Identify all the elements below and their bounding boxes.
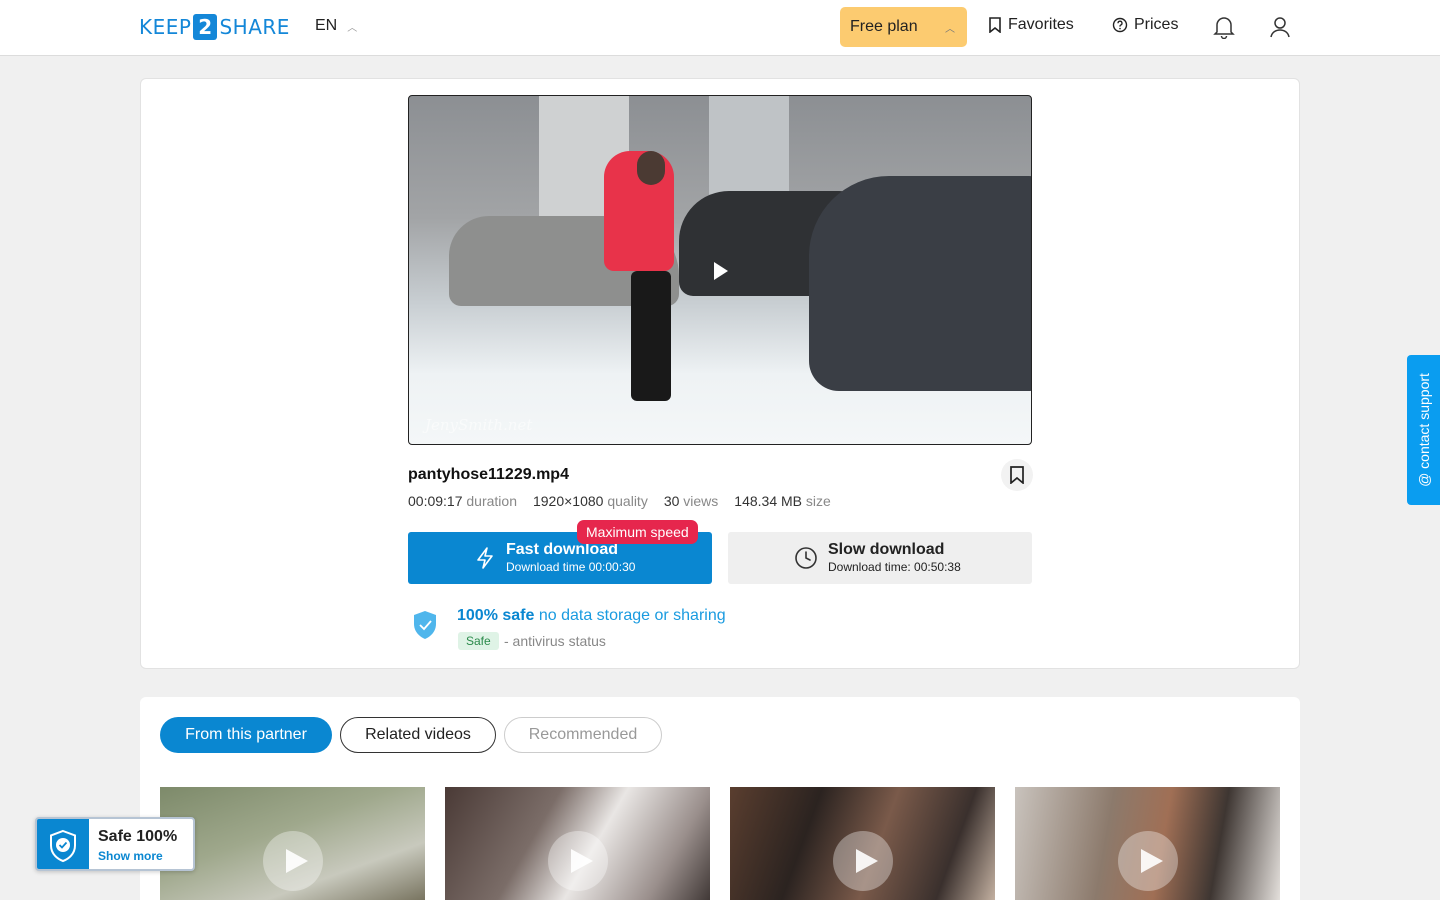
meta-duration: 00:09:17 duration bbox=[408, 493, 517, 509]
file-card: JenySmith.net pantyhose11229.mp4 00:09:1… bbox=[140, 78, 1300, 669]
contact-support-tab[interactable]: @ contact support bbox=[1407, 355, 1440, 505]
user-icon bbox=[1270, 17, 1290, 38]
tab-related-videos[interactable]: Related videos bbox=[340, 717, 496, 753]
language-selector[interactable]: EN ︿ bbox=[315, 17, 357, 35]
slow-download-title: Slow download bbox=[828, 541, 945, 558]
bookmark-icon bbox=[1010, 466, 1024, 484]
shield-check-icon bbox=[414, 611, 436, 639]
favorites-link[interactable]: Favorites bbox=[988, 16, 1074, 34]
video-watermark: JenySmith.net bbox=[425, 416, 533, 434]
top-header: KEEP 2 SHARE EN ︿ Free plan ︿ Favorites … bbox=[0, 0, 1440, 56]
chevron-up-icon: ︿ bbox=[945, 23, 955, 35]
play-icon[interactable] bbox=[714, 262, 728, 280]
meta-size: 148.34 MB size bbox=[734, 493, 831, 509]
video-thumbnail[interactable] bbox=[160, 787, 425, 900]
tab-from-this-partner[interactable]: From this partner bbox=[160, 717, 332, 753]
favorites-label: Favorites bbox=[1008, 16, 1074, 33]
play-icon[interactable] bbox=[1118, 831, 1178, 891]
lightning-icon bbox=[477, 547, 493, 569]
free-plan-label: Free plan bbox=[850, 18, 918, 35]
play-icon[interactable] bbox=[263, 831, 323, 891]
language-label: EN bbox=[315, 17, 338, 34]
contact-support-label: @ contact support bbox=[1415, 373, 1432, 487]
prices-link[interactable]: Prices bbox=[1112, 16, 1178, 34]
logo[interactable]: KEEP 2 SHARE bbox=[139, 14, 290, 40]
free-plan-button[interactable]: Free plan ︿ bbox=[840, 7, 967, 47]
antivirus-status: - antivirus status bbox=[504, 633, 606, 649]
clock-icon bbox=[795, 547, 817, 569]
video-thumbnail[interactable] bbox=[445, 787, 710, 900]
account-button[interactable] bbox=[1268, 14, 1292, 40]
play-icon[interactable] bbox=[833, 831, 893, 891]
prices-label: Prices bbox=[1134, 16, 1179, 33]
shield-icon bbox=[37, 819, 89, 869]
video-thumbnail[interactable] bbox=[730, 787, 995, 900]
safety-title: 100% safe no data storage or sharing bbox=[457, 607, 726, 625]
scene-car bbox=[809, 176, 1031, 391]
fast-download-time: Download time 00:00:30 bbox=[506, 560, 636, 574]
scene-person-legs bbox=[631, 271, 671, 401]
videos-section: From this partner Related videos Recomme… bbox=[140, 697, 1300, 900]
safety-link[interactable]: no data storage or sharing bbox=[539, 607, 726, 624]
scene-building bbox=[709, 96, 789, 196]
max-speed-badge: Maximum speed bbox=[577, 520, 698, 544]
notifications-button[interactable] bbox=[1212, 14, 1236, 40]
bell-icon bbox=[1213, 17, 1235, 39]
meta-views: 30 views bbox=[663, 493, 719, 509]
file-name: pantyhose11229.mp4 bbox=[408, 466, 569, 483]
safety-strong: 100% safe bbox=[457, 607, 535, 624]
play-icon[interactable] bbox=[548, 831, 608, 891]
chevron-up-icon: ︿ bbox=[347, 22, 358, 34]
video-player[interactable]: JenySmith.net bbox=[408, 95, 1032, 445]
file-meta: 00:09:17 duration 1920×1080 quality 30 v… bbox=[408, 493, 831, 509]
tab-recommended[interactable]: Recommended bbox=[504, 717, 662, 753]
scene-person-head bbox=[637, 151, 665, 185]
bookmark-icon bbox=[989, 17, 1001, 33]
logo-text-right: SHARE bbox=[219, 15, 290, 39]
video-thumbnail[interactable] bbox=[1015, 787, 1280, 900]
safe-widget[interactable]: Safe 100% Show more bbox=[35, 817, 195, 871]
help-circle-icon bbox=[1112, 17, 1128, 33]
logo-number: 2 bbox=[193, 14, 218, 40]
slow-download-time: Download time: 00:50:38 bbox=[828, 560, 961, 574]
antivirus-badge: Safe bbox=[458, 632, 499, 650]
bookmark-button[interactable] bbox=[1001, 459, 1033, 491]
meta-quality: 1920×1080 quality bbox=[532, 493, 648, 509]
safe-widget-title: Safe 100% bbox=[98, 828, 178, 845]
show-more-link[interactable]: Show more bbox=[98, 849, 163, 863]
logo-text-left: KEEP bbox=[139, 15, 192, 39]
slow-download-button[interactable]: Slow download Download time: 00:50:38 bbox=[728, 532, 1032, 584]
